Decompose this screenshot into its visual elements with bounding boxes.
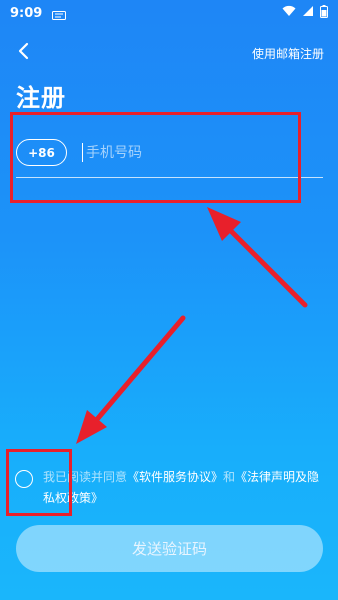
annotation-arrows — [76, 207, 308, 444]
annotation-arrow-line-2 — [85, 315, 186, 433]
